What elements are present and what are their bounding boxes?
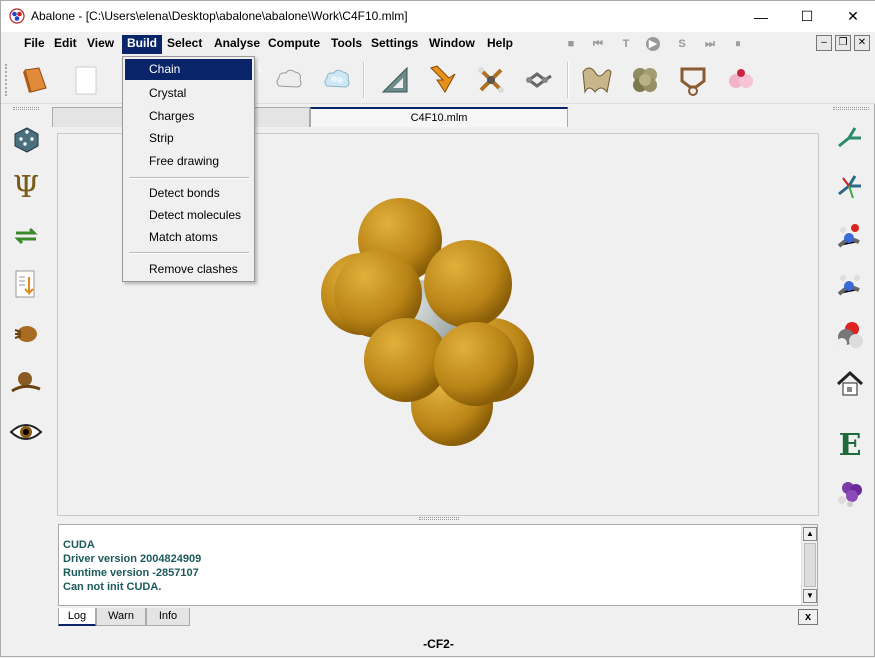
- house-icon[interactable]: [832, 366, 868, 402]
- stop-icon[interactable]: ■: [564, 37, 578, 51]
- left-toolbar-grip: [13, 107, 39, 110]
- menu-compute[interactable]: Compute: [263, 35, 325, 54]
- document-arrow-icon[interactable]: [8, 267, 44, 303]
- app-window: Abalone - [C:\Users\elena\Desktop\abalon…: [0, 0, 875, 657]
- right-toolbar: E: [827, 105, 875, 635]
- menu-select[interactable]: Select: [162, 35, 207, 54]
- log-line: Driver version 2004824909: [63, 553, 202, 565]
- log-line: Can not init CUDA.: [63, 581, 162, 593]
- helix-icon[interactable]: [579, 62, 615, 98]
- s-button[interactable]: S: [675, 37, 689, 51]
- molecule-fragment-icon[interactable]: [521, 62, 557, 98]
- minimize-button[interactable]: —: [738, 1, 784, 32]
- brown-shell-icon[interactable]: [8, 316, 44, 352]
- axis-bond-icon[interactable]: [832, 169, 868, 205]
- rewind-icon[interactable]: ⏮: [591, 37, 605, 51]
- sphere-cluster-icon[interactable]: [627, 62, 663, 98]
- status-bar: -CF2-: [423, 637, 454, 651]
- atom-cluster-icon[interactable]: [832, 317, 868, 353]
- double-arrows-icon[interactable]: [8, 218, 44, 254]
- cloud-filled-icon[interactable]: [319, 62, 355, 98]
- mdi-restore-button[interactable]: ❐: [835, 35, 851, 51]
- tab-info[interactable]: Info: [146, 608, 190, 626]
- right-toolbar-grip: [833, 107, 869, 110]
- menu-item-remove-clashes[interactable]: Remove clashes: [125, 259, 252, 280]
- open-book-icon[interactable]: [17, 62, 53, 98]
- menu-window[interactable]: Window: [424, 35, 480, 54]
- mdi-minimize-button[interactable]: –: [816, 35, 832, 51]
- eye-icon[interactable]: [8, 414, 44, 450]
- tab-log[interactable]: Log: [58, 608, 96, 626]
- abalone-logo-icon: [9, 8, 25, 24]
- title-bar: Abalone - [C:\Users\elena\Desktop\abalon…: [1, 1, 875, 32]
- menu-item-match-atoms[interactable]: Match atoms: [125, 227, 252, 248]
- triangle-ruler-icon[interactable]: [377, 62, 413, 98]
- menu-settings[interactable]: Settings: [366, 35, 423, 54]
- menu-tools[interactable]: Tools: [326, 35, 367, 54]
- cloud-outline-icon[interactable]: [271, 62, 307, 98]
- menu-item-charges[interactable]: Charges: [125, 106, 252, 127]
- menu-help[interactable]: Help: [482, 35, 518, 54]
- pause-icon[interactable]: ⏸: [731, 37, 745, 51]
- amide-icon[interactable]: [832, 267, 868, 303]
- forward-icon[interactable]: ⏭: [703, 37, 717, 51]
- toolbar-separator: [363, 62, 365, 98]
- toolbar-separator: [567, 62, 569, 98]
- menu-file[interactable]: File: [19, 35, 50, 54]
- menu-analyse[interactable]: Analyse: [209, 35, 265, 54]
- menu-edit[interactable]: Edit: [49, 35, 82, 54]
- purple-cluster-icon[interactable]: [832, 475, 868, 511]
- log-close-button[interactable]: x: [798, 609, 818, 625]
- log-scrollbar[interactable]: ▲ ▼: [801, 525, 817, 605]
- psi-icon[interactable]: Ψ: [8, 169, 44, 205]
- menu-bar: File Edit View Build Select Analyse Comp…: [1, 32, 875, 56]
- scroll-up-button[interactable]: ▲: [803, 527, 817, 541]
- flex-molecule-icon[interactable]: [473, 62, 509, 98]
- arrows-icon[interactable]: [425, 62, 461, 98]
- menu-separator: [129, 252, 249, 254]
- menu-item-strip[interactable]: Strip: [125, 128, 252, 149]
- scroll-down-button[interactable]: ▼: [803, 589, 817, 603]
- close-button[interactable]: ✕: [830, 1, 875, 32]
- hand-ball-icon[interactable]: [8, 365, 44, 401]
- toolbar-grip: [5, 64, 7, 96]
- log-line: Runtime version -2857107: [63, 567, 199, 579]
- log-panel: CUDA Driver version 2004824909 Runtime v…: [58, 524, 818, 606]
- left-toolbar: Ψ: [1, 105, 51, 635]
- splitter-grip[interactable]: [419, 517, 459, 520]
- new-document-icon[interactable]: [67, 62, 103, 98]
- dice-icon[interactable]: [8, 121, 44, 157]
- maximize-button[interactable]: ☐: [784, 1, 830, 32]
- e-letter-icon[interactable]: E: [832, 427, 868, 463]
- window-title: Abalone - [C:\Users\elena\Desktop\abalon…: [31, 9, 408, 23]
- amine-icon[interactable]: [832, 219, 868, 255]
- menu-item-detect-bonds[interactable]: Detect bonds: [125, 183, 252, 204]
- build-menu-dropdown: Chain Crystal Charges Strip Free drawing…: [122, 56, 255, 282]
- tab-warn[interactable]: Warn: [96, 608, 146, 626]
- play-icon[interactable]: ▶: [646, 37, 660, 51]
- atoms-pink-icon[interactable]: [723, 62, 759, 98]
- menu-view[interactable]: View: [82, 35, 119, 54]
- green-bond-icon[interactable]: [832, 121, 868, 157]
- mdi-close-button[interactable]: ✕: [854, 35, 870, 51]
- menu-separator: [129, 177, 249, 179]
- fluorine-atom: [424, 240, 512, 328]
- tab-c4f10[interactable]: C4F10.mlm: [310, 107, 568, 127]
- log-line: CUDA: [63, 539, 95, 551]
- menu-item-chain[interactable]: Chain: [125, 59, 252, 80]
- ring-icon[interactable]: [675, 62, 711, 98]
- fluorine-atom: [434, 322, 518, 406]
- menu-build[interactable]: Build: [122, 35, 162, 54]
- t-button[interactable]: T: [619, 37, 633, 51]
- menu-item-free-drawing[interactable]: Free drawing: [125, 151, 252, 172]
- menu-item-detect-molecules[interactable]: Detect molecules: [125, 205, 252, 226]
- scroll-thumb[interactable]: [804, 543, 816, 587]
- menu-item-crystal[interactable]: Crystal: [125, 83, 252, 104]
